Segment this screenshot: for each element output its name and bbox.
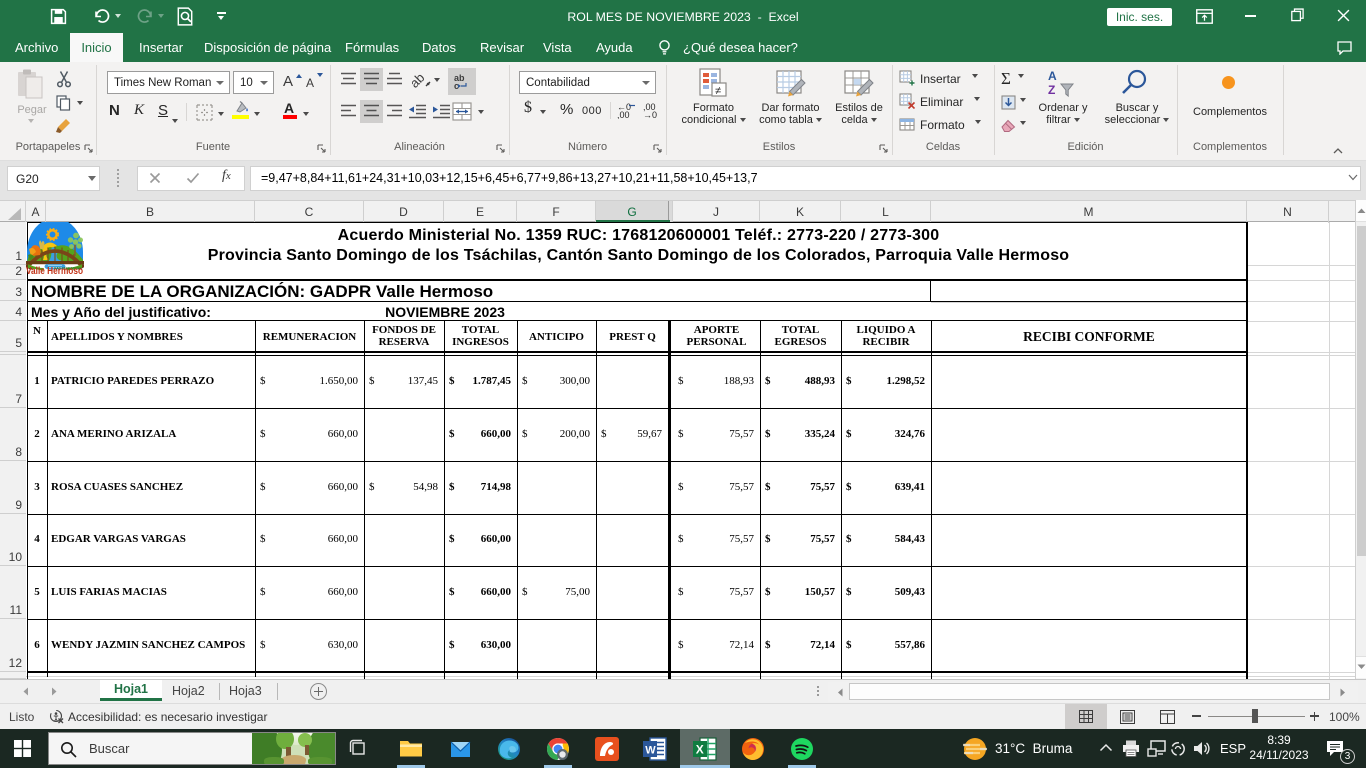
svg-text:Valle Hermoso: Valle Hermoso [26,265,83,275]
svg-text:W: W [645,745,656,757]
svg-text:Z: Z [1048,83,1055,97]
svg-text:→0: →0 [643,110,657,119]
svg-text:ab: ab [412,70,428,90]
svg-text:A: A [1048,69,1057,83]
svg-text:,00: ,00 [617,110,630,119]
svg-text:≠: ≠ [715,85,721,97]
svg-text:X: X [696,743,704,757]
